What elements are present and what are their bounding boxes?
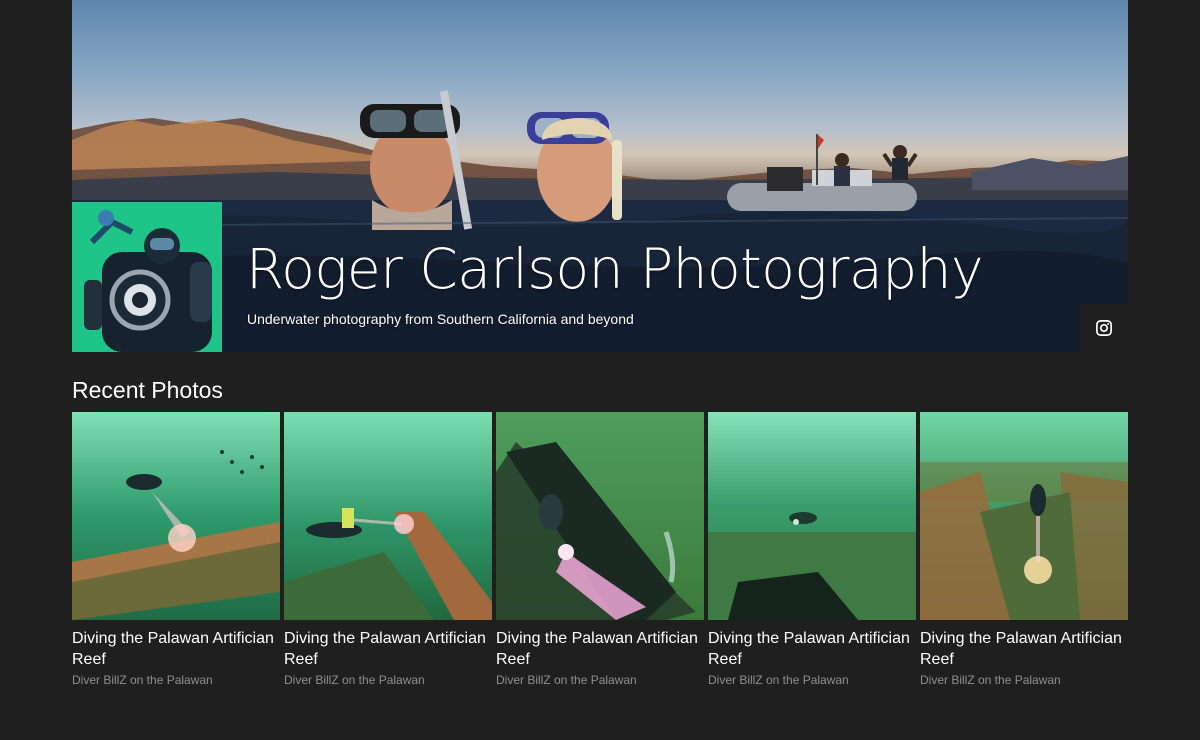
photo-caption: Diver BillZ on the Palawan xyxy=(496,673,637,687)
photo-caption: Diver BillZ on the Palawan xyxy=(72,673,213,687)
recent-photos-grid: Diving the Palawan Artifician Reef Diver… xyxy=(72,412,1128,687)
instagram-icon xyxy=(1096,320,1112,336)
photo-thumbnail[interactable] xyxy=(72,412,280,620)
photo-title[interactable]: Diving the Palawan Artifician Reef xyxy=(284,628,492,670)
photo-thumbnail[interactable] xyxy=(284,412,492,620)
photo-title[interactable]: Diving the Palawan Artifician Reef xyxy=(920,628,1128,670)
instagram-button[interactable] xyxy=(1080,304,1128,352)
photo-caption: Diver BillZ on the Palawan xyxy=(284,673,425,687)
photo-card[interactable]: Diving the Palawan Artifician Reef Diver… xyxy=(284,412,492,687)
avatar[interactable] xyxy=(72,202,222,352)
photo-thumbnail[interactable] xyxy=(708,412,916,620)
photo-title[interactable]: Diving the Palawan Artifician Reef xyxy=(708,628,916,670)
photo-caption: Diver BillZ on the Palawan xyxy=(920,673,1061,687)
recent-photos-heading: Recent Photos xyxy=(72,377,223,403)
photo-card[interactable]: Diving the Palawan Artifician Reef Diver… xyxy=(72,412,280,687)
site-subtitle: Underwater photography from Southern Cal… xyxy=(247,311,634,327)
avatar-diver-image xyxy=(72,202,222,352)
photo-card[interactable]: Diving the Palawan Artifician Reef Diver… xyxy=(496,412,704,687)
photo-thumbnail[interactable] xyxy=(496,412,704,620)
photo-card[interactable]: Diving the Palawan Artifician Reef Diver… xyxy=(920,412,1128,687)
photo-thumbnail[interactable] xyxy=(920,412,1128,620)
photo-title[interactable]: Diving the Palawan Artifician Reef xyxy=(496,628,704,670)
site-title[interactable]: Roger Carlson Photography xyxy=(246,237,984,301)
photo-card[interactable]: Diving the Palawan Artifician Reef Diver… xyxy=(708,412,916,687)
photo-title[interactable]: Diving the Palawan Artifician Reef xyxy=(72,628,280,670)
photo-caption: Diver BillZ on the Palawan xyxy=(708,673,849,687)
page: Roger Carlson Photography Underwater pho… xyxy=(0,0,1200,740)
header-banner: Roger Carlson Photography Underwater pho… xyxy=(72,0,1128,352)
